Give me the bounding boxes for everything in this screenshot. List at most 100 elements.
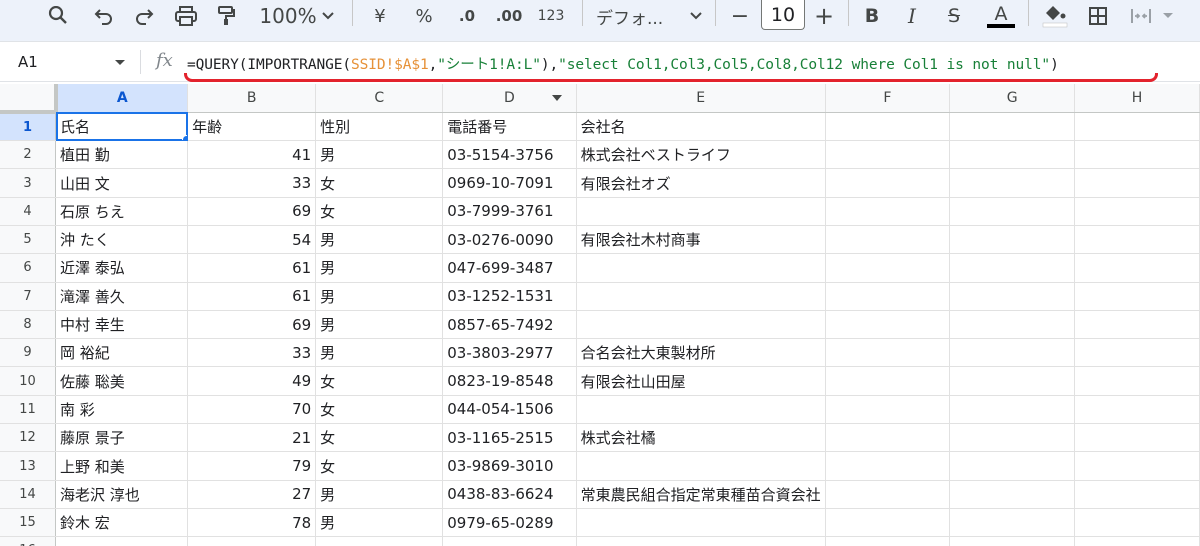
cell-d3[interactable]: 0969-10-7091 xyxy=(442,168,577,198)
cell-b5[interactable]: 54 xyxy=(187,225,317,255)
cell-f2[interactable] xyxy=(825,140,951,170)
select-all-corner[interactable] xyxy=(0,84,58,115)
cell-b9[interactable]: 33 xyxy=(187,338,317,368)
row-header[interactable]: 13 xyxy=(0,451,57,481)
cell-g13[interactable] xyxy=(949,451,1076,481)
cell-b16[interactable] xyxy=(187,536,317,546)
cell-a1[interactable]: 氏名 xyxy=(55,112,189,142)
row-header[interactable]: 12 xyxy=(0,423,57,453)
column-header-d[interactable]: D xyxy=(442,84,577,113)
cell-h3[interactable] xyxy=(1074,168,1200,198)
strikethrough-button[interactable]: S xyxy=(942,0,966,32)
cell-g10[interactable] xyxy=(949,366,1076,396)
currency-format-button[interactable]: ¥ xyxy=(368,0,392,32)
name-box[interactable]: A1 xyxy=(18,53,38,71)
cell-e5[interactable]: 有限会社木村商事 xyxy=(576,225,826,255)
font-select[interactable]: デフォ... xyxy=(596,0,676,32)
cell-b14[interactable]: 27 xyxy=(187,480,317,509)
cell-f6[interactable] xyxy=(825,253,951,283)
cell-c12[interactable]: 女 xyxy=(315,423,444,453)
cell-c9[interactable]: 男 xyxy=(315,338,444,368)
row-header[interactable]: 6 xyxy=(0,253,57,283)
cell-a7[interactable]: 滝澤 善久 xyxy=(55,282,189,311)
cell-d8[interactable]: 0857-65-7492 xyxy=(442,310,577,340)
cell-h7[interactable] xyxy=(1074,282,1200,311)
cell-a13[interactable]: 上野 和美 xyxy=(55,451,189,481)
row-header[interactable]: 2 xyxy=(0,140,57,170)
cell-b11[interactable]: 70 xyxy=(187,395,317,425)
cell-e11[interactable] xyxy=(576,395,826,425)
cell-h16[interactable] xyxy=(1074,536,1200,546)
cell-e6[interactable] xyxy=(576,253,826,283)
chevron-down-icon[interactable] xyxy=(1160,0,1176,32)
cell-a10[interactable]: 佐藤 聡美 xyxy=(55,366,189,396)
row-header[interactable]: 5 xyxy=(0,225,57,255)
cell-c13[interactable]: 女 xyxy=(315,451,444,481)
cell-g6[interactable] xyxy=(949,253,1076,283)
cell-a9[interactable]: 岡 裕紀 xyxy=(55,338,189,368)
redo-icon[interactable] xyxy=(130,0,158,32)
row-header[interactable]: 4 xyxy=(0,197,57,226)
cell-h2[interactable] xyxy=(1074,140,1200,170)
cell-g7[interactable] xyxy=(949,282,1076,311)
cell-f8[interactable] xyxy=(825,310,951,340)
row-header[interactable]: 3 xyxy=(0,168,57,198)
cell-d6[interactable]: 047-699-3487 xyxy=(442,253,577,283)
cell-c14[interactable]: 男 xyxy=(315,480,444,509)
row-header[interactable]: 1 xyxy=(0,112,57,142)
cell-c5[interactable]: 男 xyxy=(315,225,444,255)
cell-g16[interactable] xyxy=(949,536,1076,546)
cell-h6[interactable] xyxy=(1074,253,1200,283)
cell-c1[interactable]: 性別 xyxy=(315,112,444,142)
cell-e1[interactable]: 会社名 xyxy=(576,112,826,142)
cell-d5[interactable]: 03-0276-0090 xyxy=(442,225,577,255)
decrease-font-size-button[interactable]: − xyxy=(728,0,752,32)
cell-c11[interactable]: 女 xyxy=(315,395,444,425)
formula-input[interactable]: =QUERY(IMPORTRANGE(SSID!$A$1,"シート1!A:L")… xyxy=(187,53,1059,74)
column-header-h[interactable]: H xyxy=(1074,84,1200,113)
column-menu-chevron-icon[interactable] xyxy=(551,95,562,101)
cell-e8[interactable] xyxy=(576,310,826,340)
cell-f5[interactable] xyxy=(825,225,951,255)
cell-f4[interactable] xyxy=(825,197,951,226)
cell-a11[interactable]: 南 彩 xyxy=(55,395,189,425)
cell-f13[interactable] xyxy=(825,451,951,481)
cell-d14[interactable]: 0438-83-6624 xyxy=(442,480,577,509)
cell-b2[interactable]: 41 xyxy=(187,140,317,170)
column-header-c[interactable]: C xyxy=(315,84,444,113)
cell-b1[interactable]: 年齢 xyxy=(187,112,317,142)
fill-color-icon[interactable] xyxy=(1040,0,1070,32)
cell-e16[interactable] xyxy=(576,536,826,546)
cell-c16[interactable] xyxy=(315,536,444,546)
cell-b10[interactable]: 49 xyxy=(187,366,317,396)
cell-c6[interactable]: 男 xyxy=(315,253,444,283)
cell-f12[interactable] xyxy=(825,423,951,453)
cell-a16[interactable] xyxy=(55,536,189,546)
cell-h12[interactable] xyxy=(1074,423,1200,453)
cell-a2[interactable]: 植田 勤 xyxy=(55,140,189,170)
cell-d4[interactable]: 03-7999-3761 xyxy=(442,197,577,226)
cell-h13[interactable] xyxy=(1074,451,1200,481)
cell-g15[interactable] xyxy=(949,508,1076,538)
chevron-down-icon[interactable] xyxy=(320,0,336,32)
row-header[interactable]: 15 xyxy=(0,508,57,538)
cell-f3[interactable] xyxy=(825,168,951,198)
cell-a5[interactable]: 沖 たく xyxy=(55,225,189,255)
paint-format-icon[interactable] xyxy=(212,0,240,32)
increase-font-size-button[interactable]: + xyxy=(812,0,836,32)
cell-a4[interactable]: 石原 ちえ xyxy=(55,197,189,226)
cell-a12[interactable]: 藤原 景子 xyxy=(55,423,189,453)
column-header-g[interactable]: G xyxy=(949,84,1076,113)
cell-d2[interactable]: 03-5154-3756 xyxy=(442,140,577,170)
cell-e2[interactable]: 株式会社ベストライフ xyxy=(576,140,826,170)
cell-d16[interactable] xyxy=(442,536,577,546)
row-header[interactable]: 14 xyxy=(0,480,57,509)
cell-h15[interactable] xyxy=(1074,508,1200,538)
merge-cells-icon[interactable] xyxy=(1126,0,1156,32)
cell-e14[interactable]: 常東農民組合指定常東種苗合資会社 xyxy=(576,480,826,509)
cell-a14[interactable]: 海老沢 淳也 xyxy=(55,480,189,509)
cell-c7[interactable]: 男 xyxy=(315,282,444,311)
column-header-f[interactable]: F xyxy=(825,84,951,113)
cell-d13[interactable]: 03-9869-3010 xyxy=(442,451,577,481)
cell-d10[interactable]: 0823-19-8548 xyxy=(442,366,577,396)
